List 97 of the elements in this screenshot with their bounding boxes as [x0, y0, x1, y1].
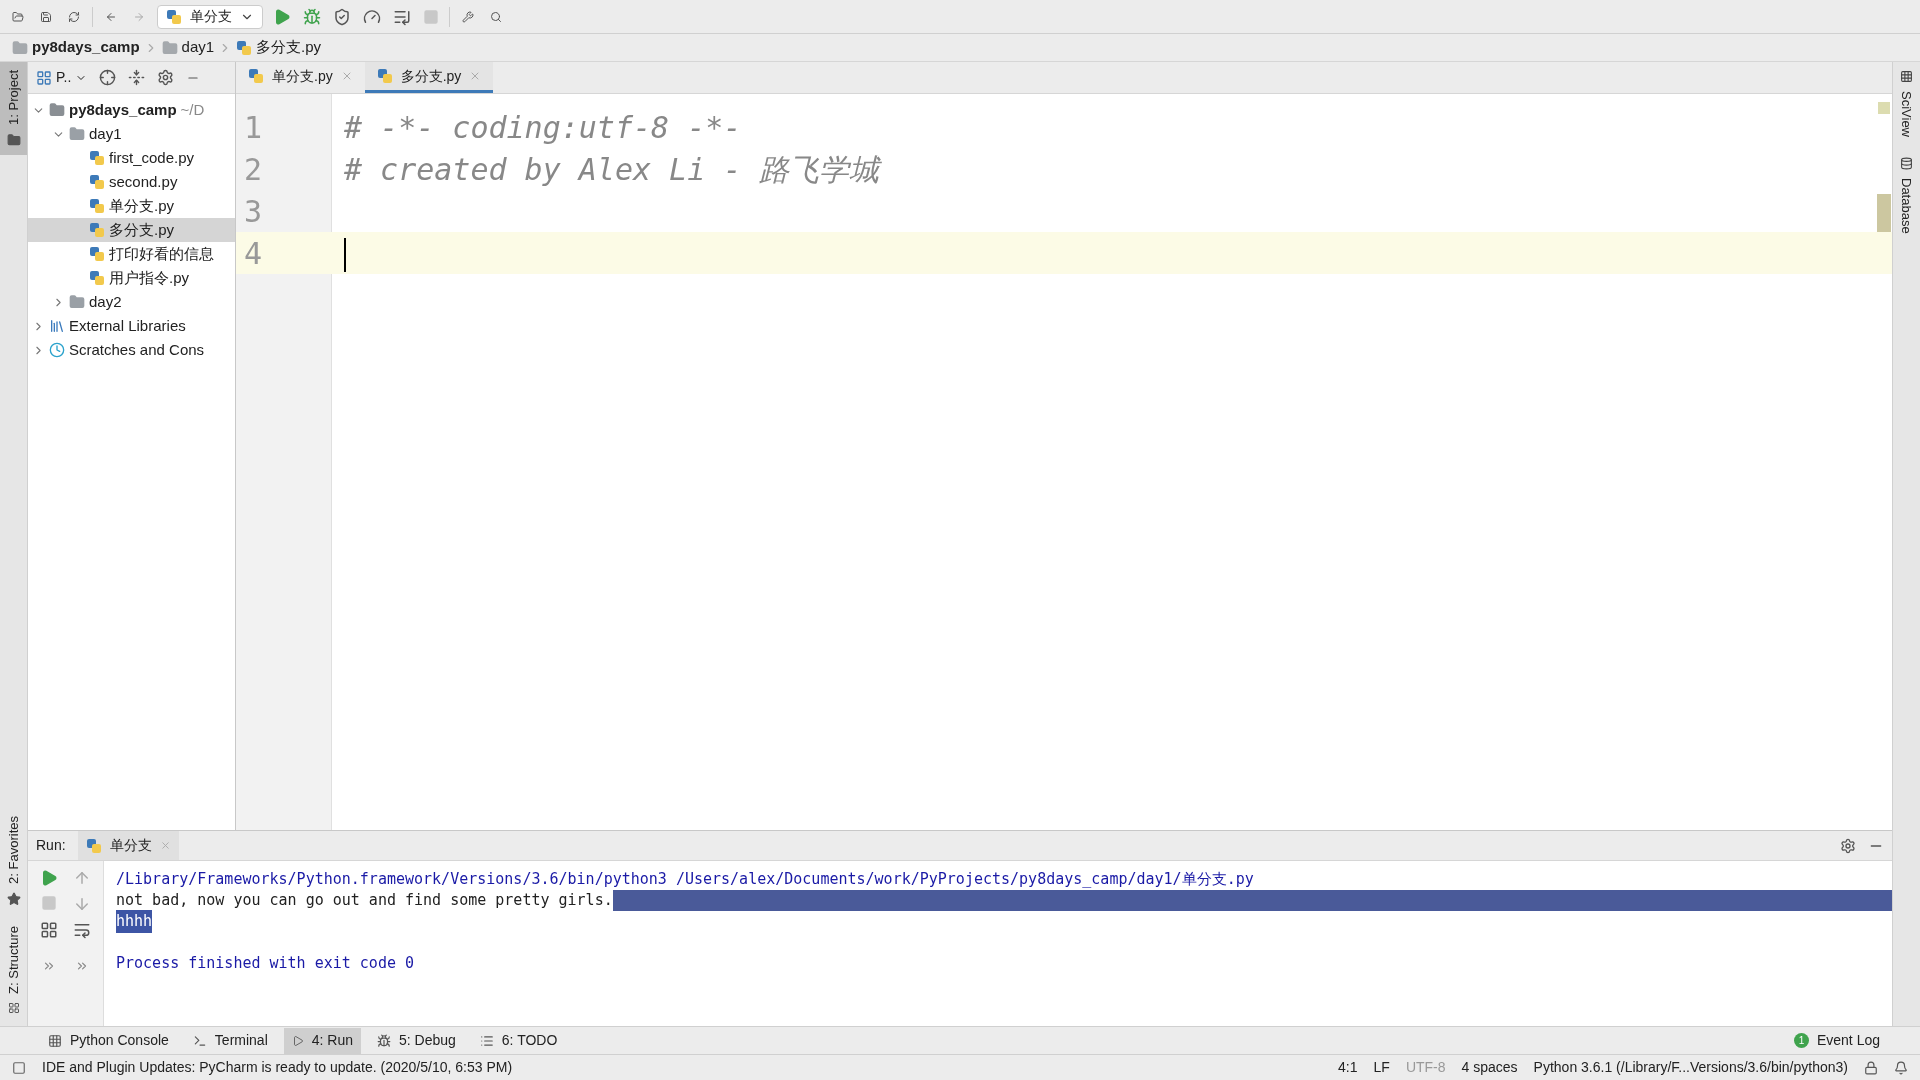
tool-tab[interactable]: Python Console — [40, 1027, 177, 1054]
tree-item[interactable]: 多分支.py — [28, 218, 235, 242]
inspection-marker — [1878, 102, 1890, 114]
tree-item[interactable]: External Libraries — [28, 314, 235, 338]
settings-icon[interactable] — [157, 69, 175, 86]
tree-label: second.py — [109, 171, 178, 192]
tree-label: 用户指令.py — [109, 267, 189, 288]
console-line: Process finished with exit code 0 — [116, 953, 414, 975]
tree-item[interactable]: 单分支.py — [28, 194, 235, 218]
status-toggle-icon[interactable] — [12, 1060, 26, 1075]
scrollbar-marker — [1877, 194, 1891, 234]
tool-window-tab[interactable]: Database — [1896, 157, 1917, 234]
list-icon — [479, 1033, 494, 1048]
tree-label: 打印好看的信息 — [109, 243, 214, 264]
console-line: not bad, now you can go out and find some pretty girls. — [116, 890, 613, 912]
tool-window-tab[interactable]: 1: Project — [0, 62, 27, 155]
python-file-icon — [89, 222, 105, 238]
tree-item[interactable]: second.py — [28, 170, 235, 194]
tool-window-tab[interactable]: SciView — [1896, 70, 1917, 137]
python-file-icon — [248, 68, 264, 84]
line-number: 4 — [243, 234, 264, 273]
notification-count: 1 — [1793, 1033, 1809, 1048]
python-file-icon — [166, 8, 182, 25]
status-item[interactable]: LF — [1373, 1057, 1390, 1078]
python-file-icon — [85, 837, 102, 854]
status-message: IDE and Plugin Updates: PyCharm is ready to update. (2020/5/10, 6:53 PM) — [42, 1058, 513, 1077]
python-file-icon — [89, 246, 105, 262]
soft-wrap-icon[interactable] — [73, 921, 92, 939]
python-file-icon — [89, 174, 105, 190]
tool-tab[interactable]: 4: Run — [283, 1027, 361, 1054]
run-label: Run: — [36, 836, 66, 855]
editor-tab[interactable]: 单分支.py — [236, 62, 365, 93]
tree-label: 单分支.py — [109, 195, 174, 216]
grid-icon — [1900, 70, 1913, 83]
python-file-icon — [236, 39, 253, 56]
code-comment: # created by Alex Li - 路飞学城 — [344, 151, 880, 187]
bug-icon — [377, 1033, 391, 1048]
collapse-all-icon[interactable] — [128, 69, 146, 86]
tree-label: day2 — [89, 291, 122, 312]
tool-tab[interactable]: Terminal — [184, 1027, 276, 1054]
tree-item[interactable]: py8days_camp ~/D — [28, 98, 235, 122]
status-item[interactable]: 4 spaces — [1461, 1057, 1518, 1078]
code-comment: # -*- coding:utf-8 -*- — [344, 109, 742, 145]
tree-item[interactable]: day1 — [28, 122, 235, 146]
locate-icon[interactable] — [99, 69, 117, 86]
tool-tab[interactable]: 5: Debug — [369, 1027, 464, 1054]
run-tab[interactable]: 单分支 — [77, 831, 179, 860]
tree-item[interactable]: day2 — [28, 290, 235, 314]
settings-icon[interactable] — [1840, 837, 1856, 854]
folder-icon — [49, 102, 65, 118]
text-cursor — [344, 238, 346, 272]
folder-icon — [12, 39, 28, 56]
tree-label: Scratches and Cons — [69, 339, 205, 360]
console-line: /Library/Frameworks/Python.framework/Versions/3.6/bin/python3 /Users/alex/Documents/work/PyProjects/py8days_camp/day1/单分支.py — [116, 869, 1254, 891]
event-log-button[interactable]: 1 Event Log — [1793, 1030, 1880, 1051]
python-file-icon — [376, 68, 393, 84]
tree-label: 多分支.py — [109, 219, 174, 240]
tool-tab[interactable]: 6: TODO — [471, 1027, 566, 1054]
project-view-dropdown[interactable]: P.. — [36, 67, 88, 88]
tool-window-tab[interactable]: 2: Favorites — [0, 812, 27, 911]
tree-item[interactable]: 用户指令.py — [28, 266, 235, 290]
folder-icon — [6, 132, 21, 147]
run-config-dropdown[interactable]: 单分支 — [157, 4, 263, 29]
line-number: 2 — [243, 150, 264, 189]
breadcrumb[interactable]: 多分支.py — [256, 36, 322, 59]
library-icon — [49, 318, 65, 334]
structure-icon — [7, 1002, 20, 1014]
tree-label: first_code.py — [109, 147, 195, 168]
editor-tab[interactable]: 多分支.py — [364, 62, 494, 93]
tree-label: day1 — [89, 123, 122, 144]
terminal-icon — [192, 1033, 207, 1048]
tree-item[interactable]: Scratches and Cons — [28, 338, 235, 362]
panel-icon — [36, 69, 52, 86]
play-icon — [291, 1034, 304, 1047]
status-item[interactable]: Python 3.6.1 (/Library/F...Versions/3.6/bin/python3) — [1533, 1057, 1848, 1078]
database-icon — [1900, 157, 1913, 170]
line-number: 1 — [243, 108, 264, 147]
tree-item[interactable]: first_code.py — [28, 146, 235, 170]
tool-window-tab[interactable]: Z: Structure — [0, 922, 27, 1018]
breadcrumb[interactable]: day1 — [181, 36, 215, 59]
lock-icon[interactable] — [1864, 1060, 1878, 1075]
folder-icon — [69, 126, 85, 142]
folder-icon — [161, 39, 178, 56]
status-item[interactable]: 4:1 — [1338, 1057, 1358, 1078]
folder-icon — [69, 294, 85, 310]
tree-label: External Libraries — [69, 315, 186, 336]
path-hint: ~/D — [180, 99, 205, 120]
layout-icon[interactable] — [39, 921, 58, 939]
python-file-icon — [89, 150, 105, 166]
star-icon — [6, 892, 21, 907]
scratches-icon — [49, 342, 65, 358]
python-file-icon — [89, 198, 105, 214]
tree-label: py8days_camp — [69, 99, 177, 120]
line-number: 3 — [243, 192, 264, 231]
breadcrumb[interactable]: py8days_camp — [32, 36, 140, 59]
tree-item[interactable]: 打印好看的信息 — [28, 242, 235, 266]
python-file-icon — [89, 270, 105, 286]
